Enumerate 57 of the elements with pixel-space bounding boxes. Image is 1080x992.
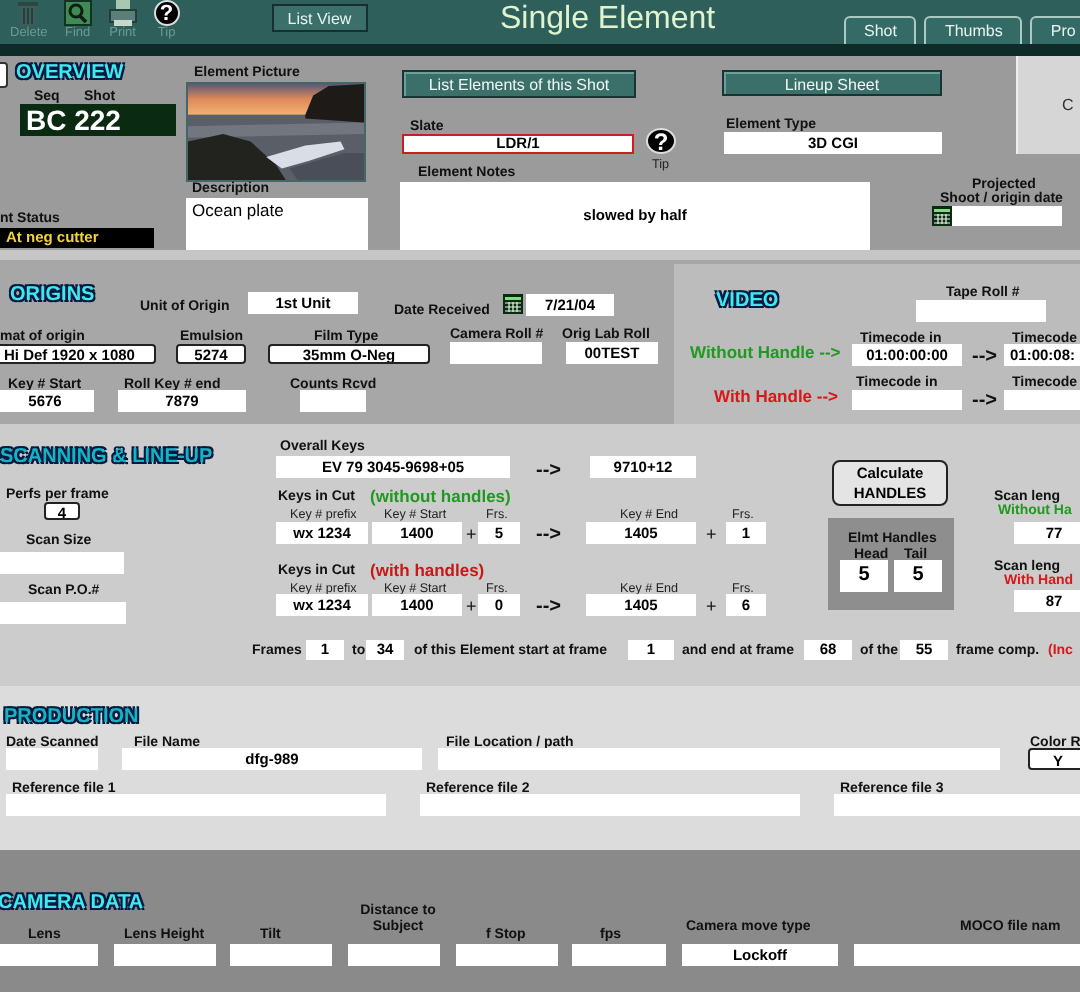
help-icon: ? [153,0,180,26]
text-field[interactable]: 5 [894,560,942,592]
printer-icon [107,0,138,26]
side-panel: C [1016,56,1080,154]
text-field[interactable] [852,390,962,410]
tab[interactable]: Pro [1030,16,1080,44]
plus-sign: + [466,524,477,544]
tab[interactable]: Thumbs [924,16,1023,44]
calendar-icon[interactable] [502,294,524,314]
text-field[interactable] [952,206,1062,226]
text-field[interactable] [450,342,542,364]
help-icon[interactable]: ? [646,128,676,154]
calendar-icon[interactable] [932,206,952,226]
action-button[interactable]: List Elements of this Shot [402,70,636,98]
arrow-text: --> [536,596,561,618]
text-field[interactable] [300,390,366,412]
field-label: (without handles) [370,488,511,506]
text-field[interactable] [6,748,98,770]
action-button[interactable]: Lineup Sheet [722,70,942,96]
text-field[interactable] [348,944,440,966]
text-field[interactable] [916,300,1046,322]
text-field[interactable] [1004,390,1080,410]
section-heading: ORIGINS [10,284,95,306]
arrow-text: --> [536,524,561,546]
window-title: Single Element [500,2,716,38]
plus-sign: + [706,524,717,544]
plus-sign: + [466,596,477,616]
list-view-button[interactable]: List View [271,4,368,32]
text-field[interactable] [854,944,1080,966]
text-field[interactable] [0,944,98,966]
tab[interactable]: Shot [844,16,917,44]
text-field[interactable] [834,794,1080,816]
text-field[interactable] [438,748,1000,770]
text-field[interactable] [456,944,558,966]
text-field[interactable] [230,944,332,966]
section-heading: PRODUCTION [4,706,139,728]
plus-sign: + [706,596,717,616]
text-field[interactable] [0,602,126,624]
text-field[interactable] [420,794,800,816]
text-field[interactable] [114,944,216,966]
text-area[interactable]: Ocean plate [186,198,368,250]
section-heading: VIDEO [716,290,779,312]
search-icon [63,0,92,26]
shot-field[interactable]: BC 222 [20,104,176,136]
text-field[interactable] [6,794,386,816]
section-heading: OVERVIEW [16,62,124,84]
text-field[interactable] [0,552,124,574]
text-field[interactable] [572,944,666,966]
field-label: (with handles) [370,562,485,580]
section-heading: SCANNING & LINE-UP [0,446,213,468]
text-field[interactable]: 5 [840,560,888,592]
field-label: With Handle --> [714,388,839,406]
arrow-text: --> [972,346,997,368]
arrow-text: --> [536,460,561,482]
field-label: Without Handle --> [690,344,841,362]
trash-icon [16,0,41,26]
arrow-text: --> [972,390,997,412]
